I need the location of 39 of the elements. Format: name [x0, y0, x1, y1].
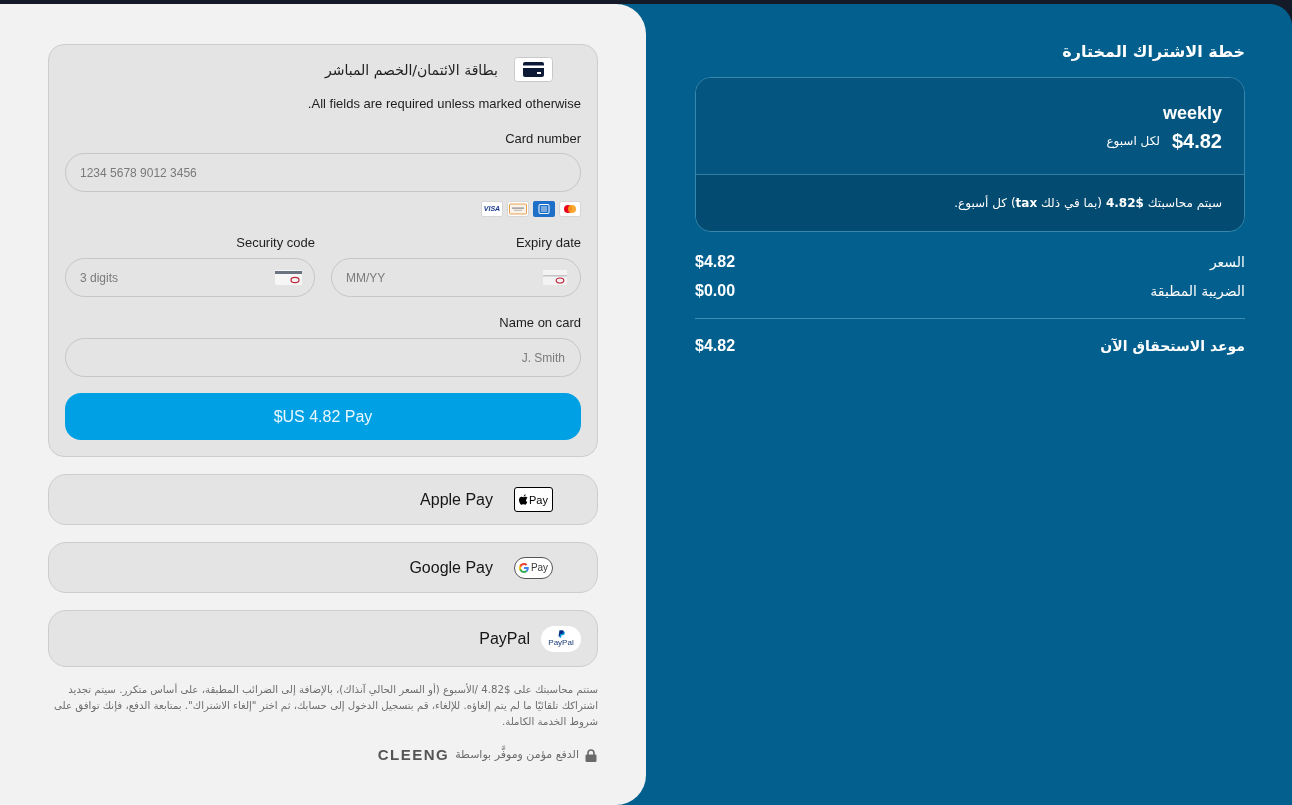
- card-front-icon: [543, 270, 567, 285]
- card-brand-icon: [507, 201, 529, 217]
- required-fields-note: .All fields are required unless marked otherwise: [307, 96, 581, 112]
- field-label: Name on card: [499, 315, 581, 331]
- p-letter-icon: [557, 630, 565, 638]
- amount: $4.82: [695, 251, 736, 272]
- amount: $0.00: [695, 280, 736, 301]
- security-code-field[interactable]: 3 digits: [65, 258, 315, 297]
- card-brand-icon: [533, 201, 555, 217]
- secure-payment-note: الدفع مؤمن وموفَّر بواسطة: [455, 747, 579, 763]
- plan-period: لكل اسبوع: [1106, 133, 1160, 149]
- summary-label: السعر: [1209, 252, 1245, 271]
- name-on-card-field[interactable]: J. Smith: [65, 338, 581, 377]
- summary-label: موعد الاستحقاق الآن: [1100, 336, 1245, 355]
- field-label: Card number: [505, 131, 581, 147]
- plan-price: $4.82: [1171, 129, 1222, 153]
- g-letter-icon: [518, 562, 529, 573]
- section-title: خطة الاشتراك المختارة: [1062, 42, 1245, 62]
- summary-label: الضريبة المطبقة: [1150, 281, 1245, 300]
- card-number-field[interactable]: 1234 5678 9012 3456: [65, 153, 581, 192]
- badge-label: PayPal: [548, 638, 574, 647]
- plan-name: weekly: [1162, 102, 1222, 124]
- apple-icon: [519, 494, 528, 505]
- field-label: Security code: [236, 235, 315, 251]
- card-brand-icon: [559, 201, 581, 217]
- badge-label: Pay: [530, 561, 549, 574]
- payment-option[interactable]: Google Pay Pay: [48, 542, 598, 593]
- lock-icon: [585, 748, 597, 762]
- card-back-icon: [275, 270, 302, 285]
- field-label: Expiry date: [515, 235, 581, 251]
- legal-text: ستتم محاسبتك على $4.82 /الأسبوع (أو السعر الحالي آنذاك)، بالإضافة إلى الضرائب المطبقة، على أساس متكرر. سيتم تجديد اشتراكك تلقائيًا ما لم يتم إلغاؤه. للإلغاء، قم بتسجيل الدخول إلى حسابك، ثم اختر "إلغاء الاشتراك". بمتابعة الدفع، فإنك توافق على شروط الخدمة الكاملة.: [53, 682, 598, 730]
- brand-logo: CLEENG: [377, 746, 450, 764]
- amount: $4.82: [695, 335, 736, 356]
- payment-method-title: بطاقة الائتمان/الخصم المباشر: [325, 60, 498, 80]
- credit-card-icon: [514, 57, 553, 82]
- payment-option[interactable]: PayPal PayPal: [48, 610, 598, 667]
- badge-label: Pay: [529, 493, 548, 506]
- expiry-date-field[interactable]: MM/YY: [331, 258, 581, 297]
- payment-option[interactable]: Apple Pay Pay: [48, 474, 598, 525]
